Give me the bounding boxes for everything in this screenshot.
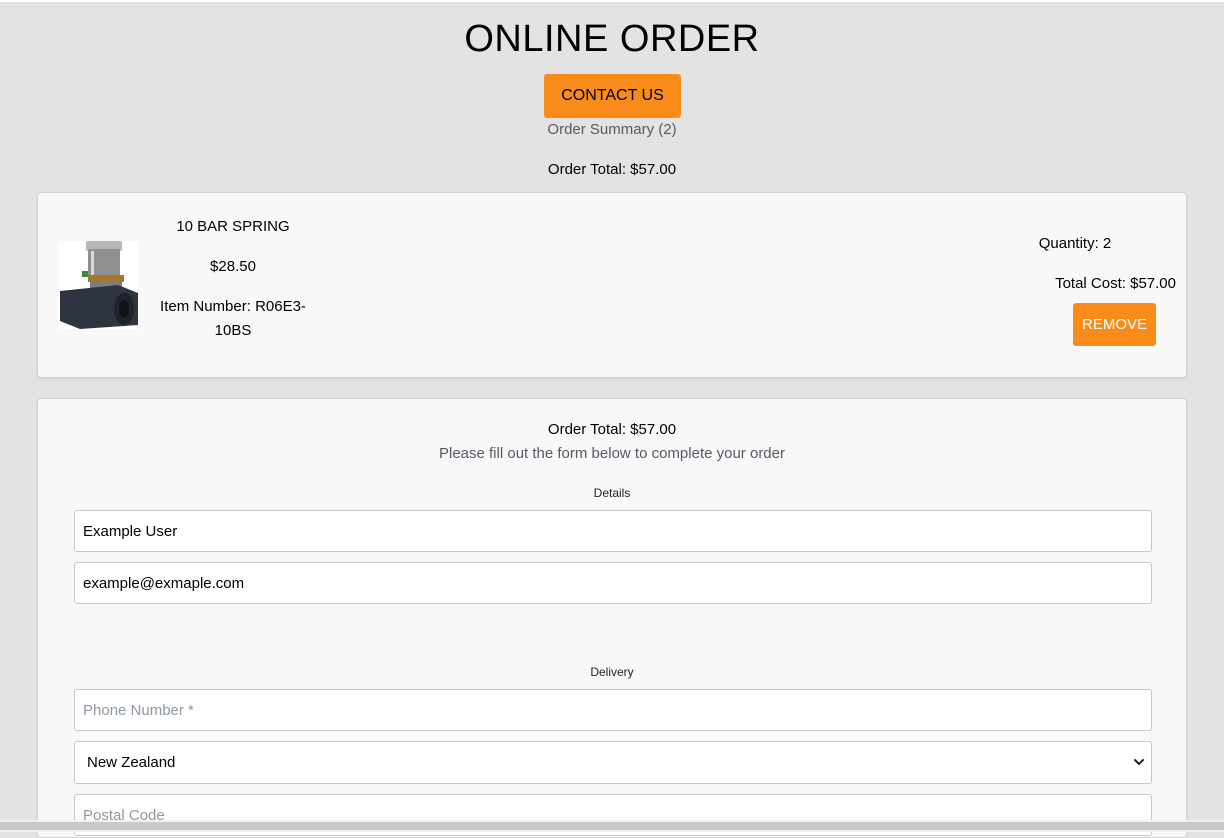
order-total: Order Total: $57.00 <box>547 161 677 178</box>
form-order-total: Order Total: $57.00 <box>547 421 677 438</box>
remove-button[interactable]: REMOVE <box>1073 303 1156 346</box>
page-header: ONLINE ORDER CONTACT US Order Summary (2… <box>0 0 1224 190</box>
form-instructions: Please fill out the form below to comple… <box>438 445 785 462</box>
item-price: $28.50 <box>210 258 256 275</box>
email-field[interactable] <box>74 562 1152 604</box>
item-quantity: Quantity: 2 <box>1038 235 1112 252</box>
item-total-cost: Total Cost: $57.00 <box>1055 275 1176 292</box>
name-field[interactable] <box>74 510 1152 552</box>
order-form-card: Order Total: $57.00 Please fill out the … <box>37 398 1187 838</box>
delivery-section-label: Delivery <box>590 665 634 679</box>
item-name: 10 BAR SPRING <box>176 218 290 235</box>
details-section-label: Details <box>593 486 631 500</box>
page-title: ONLINE ORDER <box>464 18 760 60</box>
chevron-down-icon <box>1134 759 1144 765</box>
product-image <box>58 241 138 329</box>
horizontal-scrollbar[interactable] <box>0 820 1224 832</box>
contact-us-button[interactable]: CONTACT US <box>544 74 681 118</box>
country-select-value: New Zealand <box>87 754 176 771</box>
item-info: 10 BAR SPRING $28.50 Item Number: R06E3-… <box>148 215 318 343</box>
country-select[interactable]: New Zealand <box>74 741 1152 784</box>
scrollbar-track[interactable] <box>0 822 1224 830</box>
order-summary-link[interactable]: Order Summary (2) <box>0 121 1224 138</box>
cart-item-card: 10 BAR SPRING $28.50 Item Number: R06E3-… <box>37 192 1187 378</box>
item-number: Item Number: R06E3-10BS <box>160 298 306 339</box>
phone-number-input[interactable] <box>74 689 1152 731</box>
